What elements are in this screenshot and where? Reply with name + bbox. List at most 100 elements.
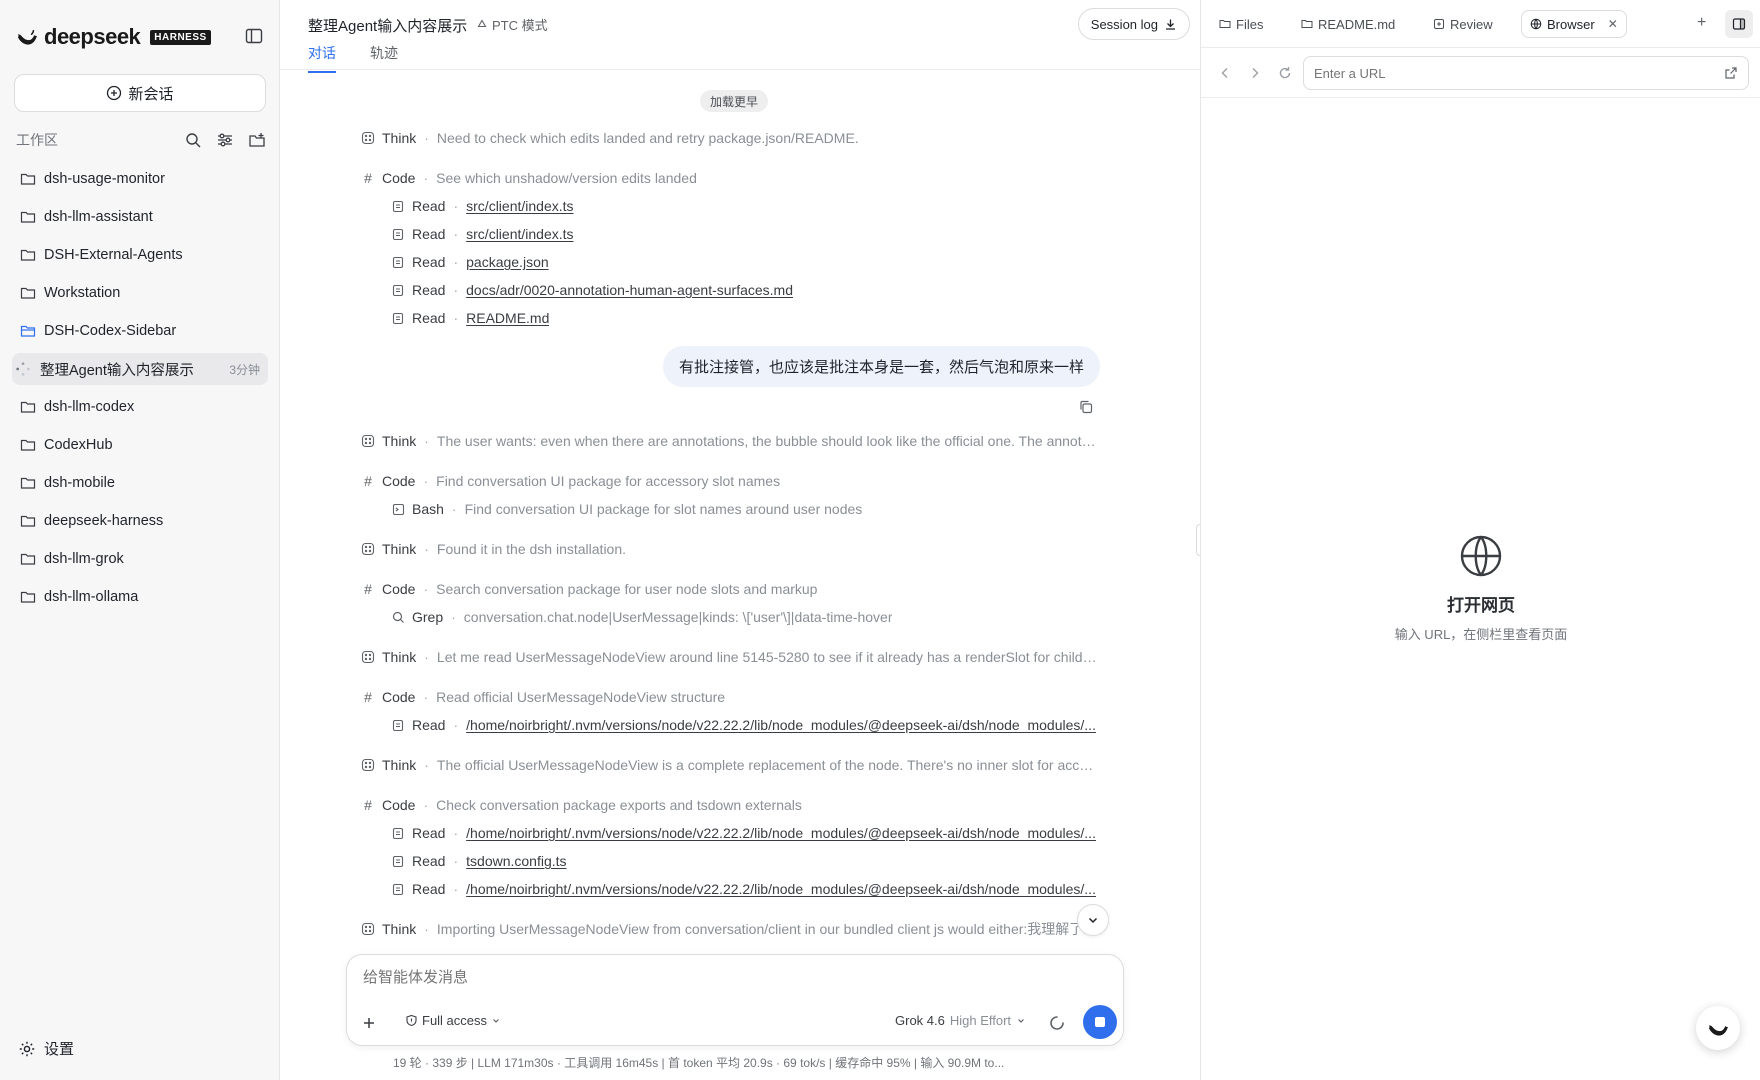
file-path-link[interactable]: README.md [466,310,549,326]
conversation-item-active[interactable]: 整理Agent输入内容展示 3分钟 [12,353,268,385]
tab-readme-label: README.md [1318,16,1396,32]
tab-review[interactable]: Review [1425,10,1501,38]
session-log-button[interactable]: Session log [1077,8,1190,40]
read-step[interactable]: Read · src/client/index.ts [360,220,1100,248]
assistant-fab-button[interactable] [1696,1006,1740,1050]
copy-icon[interactable] [1078,399,1094,415]
plus-circle-icon [107,85,122,101]
separator-dot: · [423,797,429,813]
access-level-select[interactable]: Full access [405,1013,501,1028]
read-step[interactable]: Read · docs/adr/0020-annotation-human-agen… [360,276,1100,304]
read-step[interactable]: Read · src/client/index.ts [360,192,1100,220]
scroll-to-bottom-button[interactable] [1077,904,1109,936]
read-step[interactable]: Read · package.json [360,248,1100,276]
empty-subtitle: 输入 URL，在侧栏里查看页面 [1394,627,1568,642]
url-input[interactable] [1303,56,1749,90]
file-path-link[interactable]: /home/noirbright/.nvm/versions/node/v22.… [466,881,1096,897]
load-earlier-button[interactable]: 加载更早 [700,90,769,112]
toggle-panel-button[interactable] [1725,10,1753,38]
ptc-mode-badge[interactable]: PTC 模式 [476,15,548,34]
file-path-link[interactable]: src/client/index.ts [466,198,573,214]
search-icon [390,609,406,625]
reload-icon[interactable] [1277,65,1293,81]
workspace-item[interactable]: deepseek-harness [12,502,268,540]
tab-browser[interactable]: Browser ✕ [1521,10,1627,38]
workspace-item[interactable]: CodexHub [12,426,268,464]
brand-logo[interactable]: deepseek HARNESS [16,24,211,50]
conversation-item-time: 3分钟 [229,362,260,377]
document-icon [390,226,406,242]
read-step[interactable]: Read · README.md [360,304,1100,332]
add-tab-icon[interactable]: + [1697,14,1706,32]
attach-button[interactable] [355,1009,383,1037]
code-step[interactable]: # Code · Find conversation UI package for… [360,467,1100,495]
read-step[interactable]: Read · /home/noirbright/.nvm/versions/node… [360,711,1100,739]
settings-label: 设置 [44,1041,75,1058]
conversation-tabs: 对话 轨迹 [308,43,398,73]
think-step[interactable]: Think · The user wants: even when there a… [360,427,1100,455]
file-path-link[interactable]: docs/adr/0020-annotation-human-agent-sur… [466,282,793,298]
workspace-item-open[interactable]: DSH-Codex-Sidebar [12,312,268,350]
code-step[interactable]: # Code · Check conversation package expor… [360,791,1100,819]
read-step[interactable]: Read · /home/noirbright/.nvm/versions/node… [360,819,1100,847]
bash-step[interactable]: Bash · Find conversation UI package for sl… [360,495,1100,523]
folder-icon [20,553,36,565]
workspace-item[interactable]: dsh-mobile [12,464,268,502]
chevron-down-icon [493,1018,499,1023]
think-step[interactable]: Think · Found it in the dsh installation. [360,535,1100,563]
workspace-item-label: Workstation [44,285,121,301]
step-kind: Read [412,198,446,214]
new-folder-icon[interactable] [248,131,266,149]
step-kind: Think [382,757,417,773]
step-kind: Read [412,254,446,270]
user-message-bubble[interactable]: 有批注接管，也应该是批注本身是一套，然后气泡和原来一样 [662,346,1100,387]
file-path-link[interactable]: package.json [466,254,549,270]
close-icon[interactable]: ✕ [1608,17,1618,31]
think-step[interactable]: Think · Need to check which edits landed … [360,124,1100,152]
message-input[interactable] [363,969,1103,986]
code-step[interactable]: # Code · Read official UserMessageNodeVie… [360,683,1100,711]
separator-dot: · [423,170,429,186]
workspace-item[interactable]: DSH-External-Agents [12,236,268,274]
read-step[interactable]: Read · /home/noirbright/.nvm/versions/node… [360,875,1100,903]
workspace-item[interactable]: dsh-usage-monitor [12,160,268,198]
settings-button[interactable]: 设置 [18,1038,74,1059]
panel-right-icon [1732,18,1746,30]
code-step[interactable]: # Code · Search conversation package for … [360,575,1100,603]
workspace-item[interactable]: Workstation [12,274,268,312]
tab-readme[interactable]: README.md [1293,10,1403,38]
new-chat-button[interactable]: 新会话 [14,74,266,112]
code-step[interactable]: # Code · See which unshadow/version edits… [360,164,1100,192]
read-step[interactable]: Read · tsdown.config.ts [360,847,1100,875]
grep-step[interactable]: Grep · conversation.chat.node|UserMessage|… [360,603,1100,631]
file-path-link[interactable]: /home/noirbright/.nvm/versions/node/v22.… [466,717,1096,733]
think-step[interactable]: Think · Let me read UserMessageNodeView a… [360,643,1100,671]
external-link-icon[interactable] [1723,65,1739,81]
stop-button[interactable] [1083,1005,1117,1039]
tab-trajectory[interactable]: 轨迹 [370,43,398,73]
file-path-link[interactable]: src/client/index.ts [466,226,573,242]
file-path-link[interactable]: tsdown.config.ts [466,853,566,869]
brand-name: deepseek [44,24,141,49]
search-icon[interactable] [184,131,202,149]
tab-review-label: Review [1450,16,1493,32]
think-step[interactable]: Think · The official UserMessageNodeView … [360,751,1100,779]
think-step[interactable]: Think · Importing UserMessageNodeView fro… [360,915,1100,943]
workspace-item[interactable]: dsh-llm-assistant [12,198,268,236]
sidebar-toggle-icon[interactable] [244,26,264,46]
workspace-item[interactable]: dsh-llm-ollama [12,578,268,616]
tab-files[interactable]: Files [1211,10,1271,38]
filter-sliders-icon[interactable] [216,131,234,149]
back-arrow-icon[interactable] [1217,65,1233,81]
file-path-link[interactable]: /home/noirbright/.nvm/versions/node/v22.… [466,825,1096,841]
model-select[interactable]: Grok 4.6 High Effort [895,1013,1026,1028]
forward-arrow-icon[interactable] [1247,65,1263,81]
workspace-item-label: dsh-llm-ollama [44,589,139,605]
folder-icon [20,249,36,261]
workspace-item[interactable]: dsh-llm-grok [12,540,268,578]
tab-chat[interactable]: 对话 [308,43,336,73]
workspace-item[interactable]: dsh-llm-codex [12,388,268,426]
